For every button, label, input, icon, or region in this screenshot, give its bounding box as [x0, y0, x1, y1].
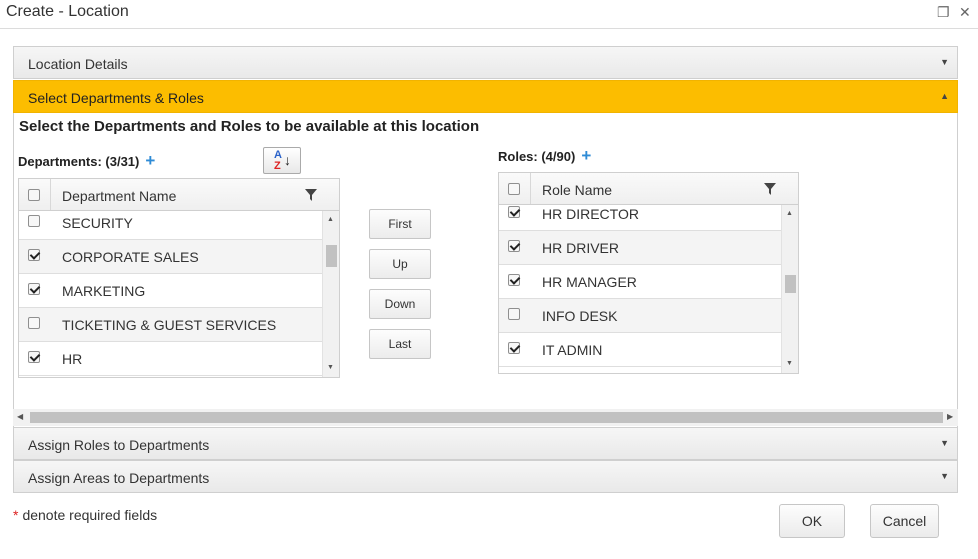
scroll-down-icon[interactable]: ▼ — [327, 364, 334, 371]
panel-heading: Select the Departments and Roles to be a… — [19, 118, 480, 135]
close-icon[interactable]: ✕ — [959, 5, 971, 19]
role-row-name: HR DRIVER — [542, 240, 620, 256]
roles-count-label: Roles: (4/90) — [498, 149, 576, 164]
accordion-label: Select Departments & Roles — [28, 90, 204, 106]
scroll-up-icon[interactable]: ▲ — [786, 210, 793, 217]
required-fields-note: * denote required fields — [13, 507, 157, 523]
maximize-icon[interactable]: ❐ — [937, 5, 950, 19]
accordion-label: Assign Areas to Departments — [28, 470, 210, 486]
department-row-name: CORPORATE SALES — [62, 249, 199, 265]
scroll-thumb[interactable] — [785, 275, 796, 293]
scroll-thumb[interactable] — [30, 412, 943, 423]
department-row-checkbox[interactable] — [28, 283, 40, 295]
cancel-button[interactable]: Cancel — [870, 504, 939, 538]
accordion-location-details[interactable]: Location Details ▼ — [13, 46, 958, 79]
role-row-checkbox[interactable] — [508, 342, 520, 354]
select-all-departments-checkbox[interactable] — [28, 189, 40, 201]
role-row[interactable]: HR DIRECTOR — [499, 197, 781, 231]
role-row-name: IT ADMIN — [542, 342, 603, 358]
required-star: * — [13, 507, 19, 523]
accordion-assign-areas[interactable]: Assign Areas to Departments ▼ — [13, 460, 958, 493]
role-row-checkbox[interactable] — [508, 240, 520, 252]
chevron-down-icon: ▼ — [940, 438, 949, 448]
add-role-icon[interactable]: + — [581, 146, 591, 165]
role-row-name: HR DIRECTOR — [542, 206, 639, 222]
roles-scrollbar[interactable]: ▲ ▼ — [781, 205, 798, 373]
department-row-name: TICKETING & GUEST SERVICES — [62, 317, 277, 333]
move-last-button[interactable]: Last — [369, 329, 431, 359]
role-row[interactable]: HR MANAGER — [499, 265, 781, 299]
filter-icon[interactable] — [764, 183, 776, 195]
department-row[interactable]: HR — [19, 342, 322, 376]
chevron-up-icon: ▲ — [940, 91, 949, 101]
departments-scrollbar[interactable]: ▲ ▼ — [322, 211, 339, 377]
roles-grid: Role Name HR DIRECTOR HR DRIVER HR MANAGER… — [498, 172, 799, 374]
role-row-checkbox[interactable] — [508, 206, 520, 218]
select-all-roles-checkbox[interactable] — [508, 183, 520, 195]
sort-az-button[interactable]: A Z ↓ — [263, 147, 301, 174]
move-first-button[interactable]: First — [369, 209, 431, 239]
department-row-name: SECURITY — [62, 215, 133, 231]
panel-horizontal-scrollbar[interactable]: ◀ ▶ — [13, 409, 958, 426]
move-down-button[interactable]: Down — [369, 289, 431, 319]
department-row-checkbox[interactable] — [28, 351, 40, 363]
role-row[interactable]: INFO DESK — [499, 299, 781, 333]
sort-az-icon-z: Z — [274, 160, 281, 172]
chevron-down-icon: ▼ — [940, 57, 949, 67]
department-row[interactable]: MARKETING — [19, 274, 322, 308]
departments-grid: Department Name SECURITY CORPORATE SALES M… — [18, 178, 340, 378]
role-row-checkbox[interactable] — [508, 308, 520, 320]
role-row-name: HR MANAGER — [542, 274, 637, 290]
move-up-button[interactable]: Up — [369, 249, 431, 279]
department-row[interactable]: CORPORATE SALES — [19, 240, 322, 274]
ok-button[interactable]: OK — [779, 504, 845, 538]
accordion-assign-roles[interactable]: Assign Roles to Departments ▼ — [13, 427, 958, 460]
roles-label-wrap: Roles: (4/90) + — [498, 146, 591, 166]
department-name-column-header[interactable]: Department Name — [62, 188, 176, 204]
accordion-label: Location Details — [28, 56, 128, 72]
scroll-thumb[interactable] — [326, 245, 337, 267]
chevron-down-icon: ▼ — [940, 471, 949, 481]
department-row-name: HR — [62, 351, 83, 367]
filter-icon[interactable] — [305, 189, 317, 201]
departments-count-label: Departments: (3/31) — [18, 154, 140, 169]
scroll-down-icon[interactable]: ▼ — [786, 360, 793, 367]
department-row[interactable]: SECURITY — [19, 206, 322, 240]
role-row[interactable]: HR DRIVER — [499, 231, 781, 265]
scroll-up-icon[interactable]: ▲ — [327, 216, 334, 223]
departments-label-wrap: Departments: (3/31) + — [18, 151, 155, 171]
department-row-checkbox[interactable] — [28, 249, 40, 261]
scroll-right-icon[interactable]: ▶ — [947, 412, 953, 421]
role-name-column-header[interactable]: Role Name — [542, 182, 612, 198]
required-note-text: denote required fields — [22, 507, 158, 523]
sort-az-icon-arrow: ↓ — [284, 152, 291, 168]
role-row[interactable]: IT ADMIN — [499, 333, 781, 367]
role-row-name: INFO DESK — [542, 308, 618, 324]
window-titlebar: Create - Location ❐ ✕ — [0, 0, 978, 29]
window-title: Create - Location — [6, 3, 129, 20]
department-row-checkbox[interactable] — [28, 317, 40, 329]
role-row-checkbox[interactable] — [508, 274, 520, 286]
department-row[interactable]: TICKETING & GUEST SERVICES — [19, 308, 322, 342]
department-row-checkbox[interactable] — [28, 215, 40, 227]
add-department-icon[interactable]: + — [145, 151, 155, 170]
department-row-name: MARKETING — [62, 283, 146, 299]
accordion-select-departments-roles[interactable]: Select Departments & Roles ▲ — [13, 80, 958, 113]
accordion-label: Assign Roles to Departments — [28, 437, 210, 453]
scroll-left-icon[interactable]: ◀ — [17, 412, 23, 421]
